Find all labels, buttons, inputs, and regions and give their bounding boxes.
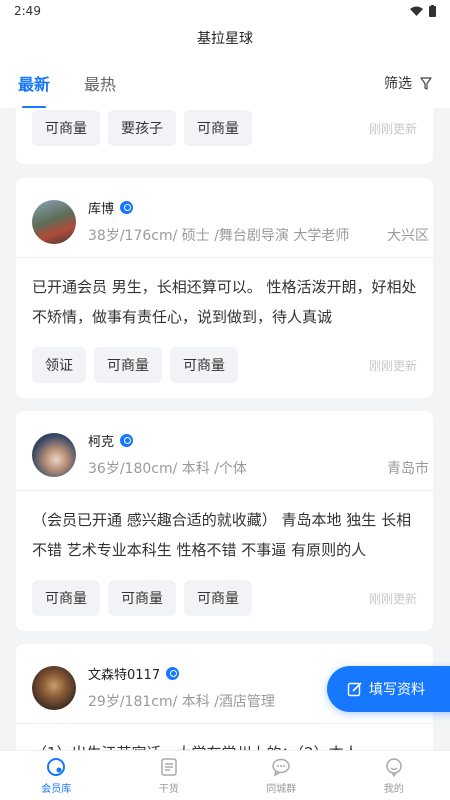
card-tag: 可商量 <box>184 110 252 146</box>
verified-icon <box>120 201 134 214</box>
card-tag: 可商量 <box>170 347 238 383</box>
nav-city-group[interactable]: 同城群 <box>225 751 338 800</box>
member-feed[interactable]: 可商量 要孩子 可商量 刚刚更新 库博 38岁/176cm/ 硕士 /舞台剧导演… <box>0 108 450 750</box>
wifi-icon <box>410 6 423 16</box>
card-tag: 要孩子 <box>108 110 176 146</box>
edit-icon <box>347 682 362 697</box>
member-card[interactable]: 可商量 要孩子 可商量 刚刚更新 <box>16 108 433 164</box>
tab-latest[interactable]: 最新 <box>18 71 50 109</box>
profile-icon <box>386 757 402 777</box>
member-name: 文森特0117 <box>88 668 161 683</box>
member-bio: 已开通会员 男生，长相还算可以。 性格活泼开朗，好相处不矫情，做事有责任心，说到… <box>16 257 433 337</box>
member-bio: （1）出生江苏宿迁，大学在常州上的；（2）本人 <box>16 723 433 750</box>
member-card[interactable]: 柯克 36岁/180cm/ 本科 /个体 青岛市 （会员已开通 感兴趣合适的就收… <box>16 411 433 631</box>
fill-profile-label: 填写资料 <box>369 682 425 698</box>
card-tag: 可商量 <box>108 580 176 616</box>
updated-time: 刚刚更新 <box>368 358 417 373</box>
nav-profile[interactable]: 我的 <box>338 751 450 800</box>
member-meta: 36岁/180cm/ 本科 /个体 <box>88 461 247 477</box>
nav-member-library[interactable]: 会员库 <box>0 751 113 800</box>
member-city: 青岛市 <box>387 461 429 477</box>
avatar[interactable] <box>32 665 76 710</box>
member-card[interactable]: 库博 38岁/176cm/ 硕士 /舞台剧导演 大学老师 大兴区 已开通会员 男… <box>16 178 433 398</box>
status-time: 2:49 <box>14 4 41 18</box>
article-icon <box>161 757 177 776</box>
status-bar: 2:49 <box>0 0 450 22</box>
bottom-nav: 会员库 干货 同城群 我的 <box>0 750 450 800</box>
fill-profile-button[interactable]: 填写资料 <box>327 666 450 712</box>
avatar[interactable] <box>32 432 76 477</box>
nav-articles[interactable]: 干货 <box>113 751 226 800</box>
filter-label: 筛选 <box>384 76 412 92</box>
member-meta: 38岁/176cm/ 硕士 /舞台剧导演 大学老师 <box>88 228 350 244</box>
verified-icon <box>166 667 180 680</box>
member-name: 库博 <box>88 202 115 217</box>
card-tag: 可商量 <box>94 347 162 383</box>
chat-group-icon <box>272 758 290 777</box>
member-library-icon <box>47 757 66 776</box>
app-title: 基拉星球 <box>0 22 450 58</box>
updated-time: 刚刚更新 <box>368 591 417 606</box>
member-city: 大兴区 <box>387 228 429 244</box>
member-name: 柯克 <box>88 435 115 450</box>
member-bio: （会员已开通 感兴趣合适的就收藏） 青岛本地 独生 长相不错 艺术专业本科生 性… <box>16 490 433 570</box>
card-tag: 可商量 <box>184 580 252 616</box>
verified-icon <box>120 434 134 447</box>
tab-bar: 最新 最热 筛选 <box>0 58 450 109</box>
filter-icon <box>420 76 432 90</box>
filter-button[interactable]: 筛选 <box>384 73 432 93</box>
card-tag: 可商量 <box>32 580 100 616</box>
card-tag: 领证 <box>32 347 86 383</box>
battery-icon <box>429 5 436 17</box>
member-meta: 29岁/181cm/ 本科 /酒店管理 <box>88 694 275 710</box>
updated-time: 刚刚更新 <box>368 121 417 136</box>
tab-hottest[interactable]: 最热 <box>84 71 116 95</box>
avatar[interactable] <box>32 199 76 244</box>
card-tag: 可商量 <box>32 110 100 146</box>
